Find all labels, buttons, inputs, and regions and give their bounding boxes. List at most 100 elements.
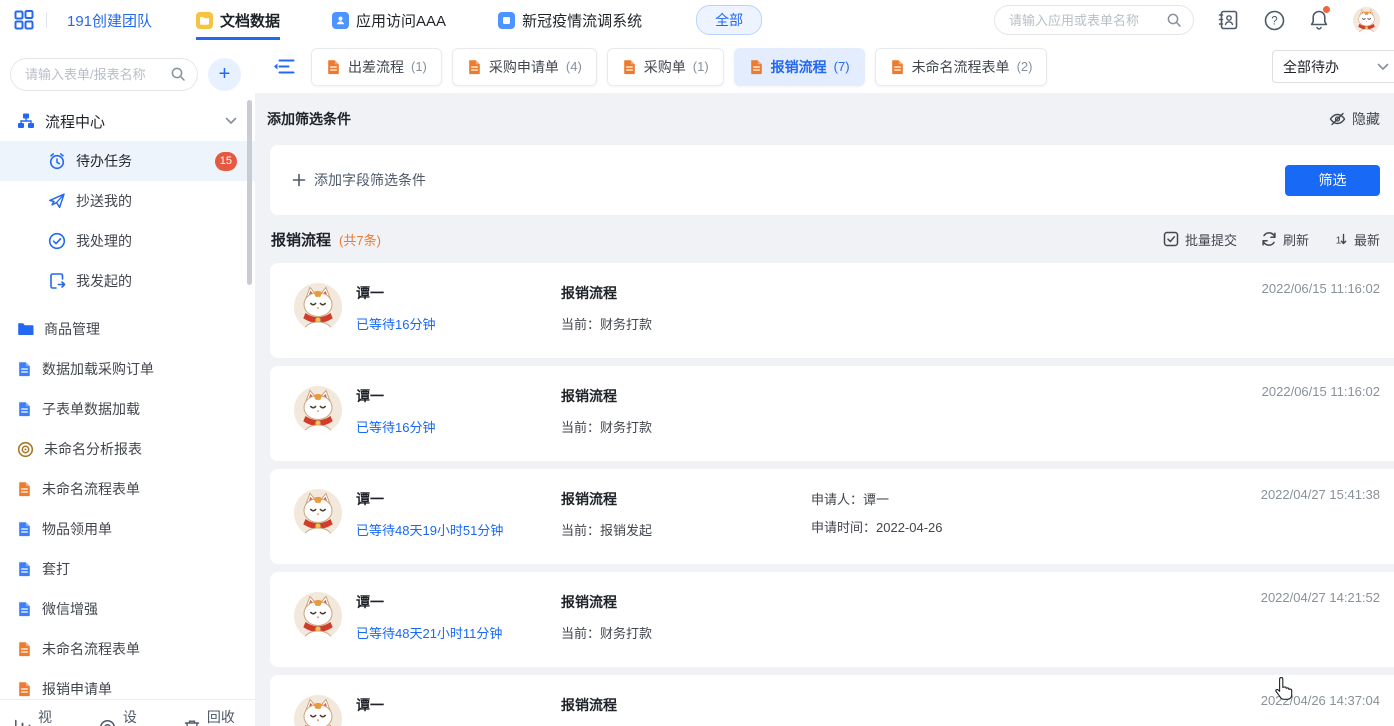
form-icon <box>622 59 637 75</box>
apps-grid-icon[interactable] <box>14 10 34 30</box>
search-icon[interactable] <box>1166 12 1182 28</box>
task-applicant: 申请人：谭一 <box>811 489 1244 508</box>
avatar <box>294 386 342 434</box>
sidebar-item-subform-data-load[interactable]: 子表单数据加载 <box>0 389 255 429</box>
tab-business-trip-flow[interactable]: 出差流程 (1) <box>311 48 442 86</box>
task-flow-name: 报销流程 <box>561 386 811 406</box>
form-icon <box>890 59 905 75</box>
task-current-node: 当前：财务打款 <box>561 623 811 642</box>
task-card[interactable]: 谭一 已等待16分钟 报销流程 当前：财务打款 2022/06/15 11:16… <box>270 263 1394 358</box>
hide-filter-button[interactable]: 隐藏 <box>1329 109 1380 129</box>
refresh-icon <box>1261 231 1277 247</box>
sidebar-item-data-load-po[interactable]: 数据加载采购订单 <box>0 349 255 389</box>
sidebar-item-initiated-by-me[interactable]: 我发起的 <box>0 261 255 301</box>
sidebar-item-todo-tasks[interactable]: 待办任务 15 <box>0 141 255 181</box>
sort-latest-button[interactable]: 1 最新 <box>1333 230 1380 249</box>
refresh-button[interactable]: 刷新 <box>1261 230 1309 249</box>
task-waiting: 已等待48天21小时11分钟 <box>356 623 561 642</box>
main-content: 出差流程 (1) 采购申请单 (4) 采购单 (1) 报销流程 (7) 未命名流… <box>255 40 1394 726</box>
add-form-button[interactable]: + <box>208 58 241 91</box>
sidebar-item-unnamed-report[interactable]: 未命名分析报表 <box>0 429 255 469</box>
task-timestamp: 2022/04/27 14:21:52 <box>1261 590 1380 605</box>
eye-off-icon <box>1329 111 1346 127</box>
user-avatar[interactable] <box>1353 7 1380 34</box>
sidebar-item-wechat-enhance[interactable]: 微信增强 <box>0 589 255 629</box>
initiate-icon <box>48 272 66 290</box>
org-chart-icon <box>17 112 35 130</box>
avatar <box>294 592 342 640</box>
top-app-covid[interactable]: 新冠疫情流调系统 <box>498 0 642 40</box>
sidebar-item-unnamed-flow-form-2[interactable]: 未命名流程表单 <box>0 629 255 669</box>
task-card[interactable]: 谭一 已等待48天21小时11分钟 报销流程 当前：财务打款 2022/04/2… <box>270 572 1394 667</box>
tab-unnamed-flow-form[interactable]: 未命名流程表单 (2) <box>875 48 1048 86</box>
search-icon[interactable] <box>170 66 186 82</box>
sidebar-item-item-requisition[interactable]: 物品领用单 <box>0 509 255 549</box>
tab-purchase-request[interactable]: 采购申请单 (4) <box>452 48 597 86</box>
help-icon[interactable]: ? <box>1264 10 1285 31</box>
app-search-input[interactable] <box>994 5 1194 35</box>
all-apps-pill[interactable]: 全部 <box>696 5 762 35</box>
app-access-icon <box>332 12 349 29</box>
sidebar-item-handled-by-me[interactable]: 我处理的 <box>0 221 255 261</box>
svg-text:?: ? <box>1271 15 1277 27</box>
task-waiting: 已等待48天19小时51分钟 <box>356 520 561 539</box>
task-timestamp: 2022/06/15 11:16:02 <box>1262 384 1380 399</box>
top-app-label: 应用访问AAA <box>356 10 446 31</box>
covid-app-icon <box>498 12 515 29</box>
form-icon <box>467 59 482 75</box>
sidebar-item-product-mgmt[interactable]: 商品管理 <box>0 309 255 349</box>
sidebar-item-unnamed-flow-form-1[interactable]: 未命名流程表单 <box>0 469 255 509</box>
top-app-label: 新冠疫情流调系统 <box>522 10 642 31</box>
top-app-access[interactable]: 应用访问AAA <box>332 0 446 40</box>
tab-purchase-order[interactable]: 采购单 (1) <box>607 48 724 86</box>
avatar <box>294 489 342 537</box>
notification-dot <box>1323 6 1330 13</box>
task-card[interactable]: 谭一 已等待16分钟 报销流程 当前：财务打款 2022/06/15 11:16… <box>270 366 1394 461</box>
task-user-name: 谭一 <box>356 386 561 406</box>
task-timestamp: 2022/04/26 14:37:04 <box>1261 693 1380 708</box>
form-icon <box>17 561 32 577</box>
bell-icon[interactable] <box>1309 9 1329 31</box>
task-user-name: 谭一 <box>356 695 561 715</box>
sort-icon: 1 <box>1333 232 1348 247</box>
form-icon <box>17 681 32 697</box>
task-card[interactable]: 谭一 已等待49天20小时55分钟 报销流程 当前：财务打款 2022/04/2… <box>270 675 1394 726</box>
check-circle-icon <box>48 232 66 250</box>
gear-icon <box>99 719 116 726</box>
settings-button[interactable]: 设置 <box>99 707 140 726</box>
task-card[interactable]: 谭一 已等待48天19小时51分钟 报销流程 当前：报销发起 申请人：谭一 申请… <box>270 469 1394 564</box>
collapse-icon[interactable] <box>273 58 295 75</box>
app-search <box>994 5 1194 35</box>
batch-submit-button[interactable]: 批量提交 <box>1163 230 1237 249</box>
sidebar-item-print-template[interactable]: 套打 <box>0 549 255 589</box>
task-waiting: 已等待16分钟 <box>356 314 561 333</box>
avatar <box>294 283 342 331</box>
contacts-icon[interactable] <box>1218 10 1240 30</box>
task-user-name: 谭一 <box>356 592 561 612</box>
filter-title: 添加筛选条件 <box>267 109 351 129</box>
top-app-docs[interactable]: 文档数据 <box>196 0 280 40</box>
task-flow-name: 报销流程 <box>561 592 811 612</box>
form-icon <box>17 521 32 537</box>
task-flow-name: 报销流程 <box>561 695 811 715</box>
task-current-node: 当前：财务打款 <box>561 417 811 436</box>
avatar <box>294 695 342 726</box>
views-button[interactable]: 视图 <box>14 707 55 726</box>
todo-filter-select[interactable]: 全部待办 <box>1272 50 1394 83</box>
sidebar-scrollbar[interactable] <box>247 100 252 285</box>
form-icon <box>749 59 764 75</box>
recycle-bin-button[interactable]: 回收站 <box>184 707 235 726</box>
folder-icon <box>17 321 34 337</box>
task-user-name: 谭一 <box>356 489 561 509</box>
team-link[interactable]: 191创建团队 <box>67 10 152 31</box>
add-field-filter-button[interactable]: 添加字段筛选条件 <box>292 170 426 190</box>
sidebar-group-flow-center[interactable]: 流程中心 <box>0 101 255 141</box>
task-user-name: 谭一 <box>356 283 561 303</box>
list-title: 报销流程 <box>271 229 331 250</box>
task-current-node: 当前：财务打款 <box>561 314 811 333</box>
filter-button[interactable]: 筛选 <box>1285 165 1380 196</box>
task-flow-name: 报销流程 <box>561 489 811 509</box>
sidebar-item-cc-to-me[interactable]: 抄送我的 <box>0 181 255 221</box>
tab-expense-flow[interactable]: 报销流程 (7) <box>734 48 865 86</box>
divider <box>46 12 47 28</box>
